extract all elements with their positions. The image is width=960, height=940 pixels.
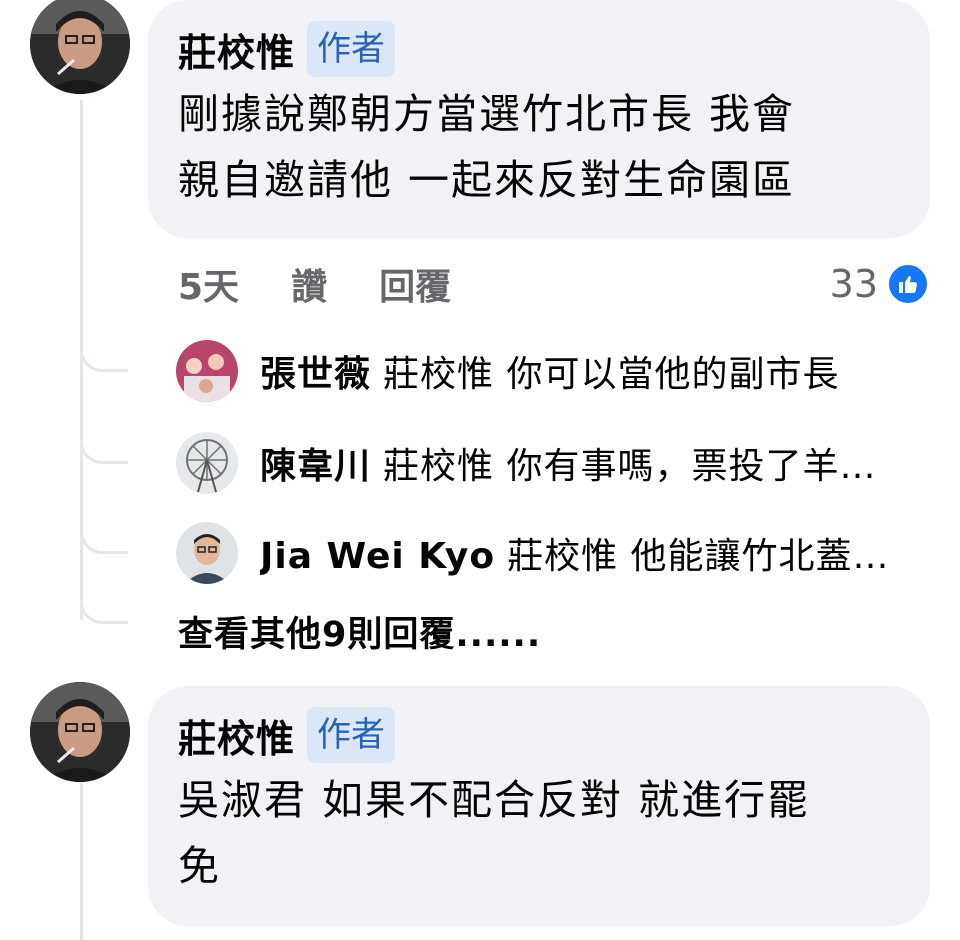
reply-author[interactable]: 陳韋川	[260, 446, 371, 487]
comment-text-line: 親自邀請他 一起來反對生命園區	[178, 156, 796, 204]
reply-text: 陳韋川 莊校惟 你有事嗎，票投了羊…	[260, 437, 930, 489]
reply-item: Jia Wei Kyo 莊校惟 他能讓竹北蓋…	[176, 522, 930, 584]
reply-connector	[80, 592, 128, 624]
reply-text: 張世薇 莊校惟 你可以當他的副市長	[260, 345, 930, 397]
reply-author[interactable]: Jia Wei Kyo	[260, 536, 495, 577]
reaction-count: 33	[829, 262, 878, 306]
author-badge: 作者	[307, 21, 396, 77]
reply-item: 陳韋川 莊校惟 你有事嗎，票投了羊…	[176, 432, 930, 494]
like-button[interactable]: 讚	[291, 258, 327, 310]
comment-bubble: 莊校惟 作者 剛據說鄭朝方當選竹北市長 我會 親自邀請他 一起來反對生命園區	[148, 0, 930, 238]
comment-bubble: 莊校惟 作者 吳淑君 如果不配合反對 就進行罷 免	[148, 686, 930, 926]
author-avatar[interactable]	[30, 682, 130, 782]
author-name[interactable]: 莊校惟	[178, 708, 295, 763]
reply-avatar[interactable]	[176, 340, 238, 402]
reply-body: 莊校惟 你有事嗎，票投了羊…	[383, 446, 877, 487]
reply-item: 張世薇 莊校惟 你可以當他的副市長	[176, 340, 930, 402]
comment-text-line: 剛據說鄭朝方當選竹北市長 我會	[178, 90, 796, 138]
reply-button[interactable]: 回覆	[379, 258, 451, 310]
reply-body: 莊校惟 你可以當他的副市長	[383, 354, 840, 395]
comment-text-line: 免	[178, 842, 221, 890]
profile-photo-icon	[30, 682, 130, 782]
thread-line	[80, 780, 83, 940]
author-badge: 作者	[307, 707, 396, 763]
profile-photo-icon	[30, 0, 130, 94]
ferris-wheel-icon	[176, 432, 238, 494]
reply-connector	[80, 340, 128, 372]
man-glasses-avatar-icon	[176, 522, 238, 584]
author-avatar[interactable]	[30, 0, 130, 94]
view-more-replies-link[interactable]: 查看其他9則回覆......	[178, 606, 541, 657]
reply-connector	[80, 432, 128, 464]
author-name[interactable]: 莊校惟	[178, 22, 295, 77]
group-photo-avatar-icon	[176, 340, 238, 402]
reply-avatar[interactable]	[176, 522, 238, 584]
comment-text-line: 吳淑君 如果不配合反對 就進行罷	[178, 776, 811, 824]
reaction-summary[interactable]: 33	[830, 256, 930, 312]
reply-avatar[interactable]	[176, 432, 238, 494]
timestamp[interactable]: 5天	[178, 258, 239, 310]
reply-text: Jia Wei Kyo 莊校惟 他能讓竹北蓋…	[260, 527, 930, 579]
reply-connector	[80, 522, 128, 554]
reply-author[interactable]: 張世薇	[260, 354, 371, 395]
reply-body: 莊校惟 他能讓竹北蓋…	[507, 536, 890, 577]
thumbs-up-icon	[886, 262, 930, 306]
comment-actions: 5天 讚 回覆	[178, 256, 451, 312]
